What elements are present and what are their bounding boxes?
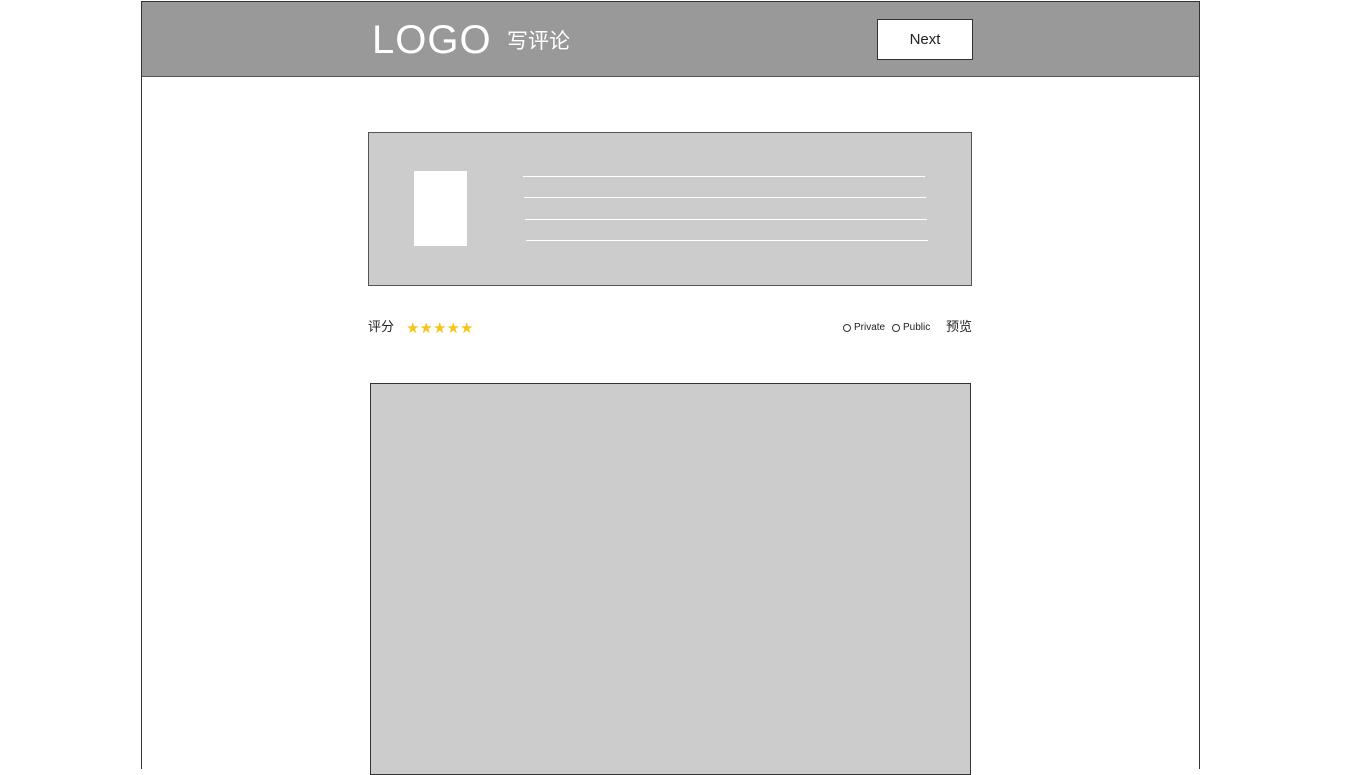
star-icon-2[interactable]: ★ [420, 318, 434, 338]
description-line-4 [526, 240, 928, 241]
radio-private[interactable]: Private [843, 322, 885, 334]
star-icon-1[interactable]: ★ [406, 318, 420, 338]
product-card [368, 132, 972, 286]
description-line-2 [524, 197, 926, 198]
star-icon-4[interactable]: ★ [447, 318, 461, 338]
next-button[interactable]: Next [877, 19, 973, 60]
star-rating[interactable]: ★ ★ ★ ★ ★ [406, 318, 474, 338]
app-header: LOGO 写评论 Next [142, 2, 1199, 77]
review-editor[interactable] [370, 383, 971, 775]
radio-public[interactable]: Public [892, 322, 930, 334]
star-icon-3[interactable]: ★ [433, 318, 447, 338]
rating-label: 评分 [368, 320, 395, 335]
logo[interactable]: LOGO [372, 16, 492, 64]
description-line-1 [523, 176, 925, 177]
radio-circle-icon[interactable] [843, 324, 851, 332]
page-frame: LOGO 写评论 Next 评分 ★ ★ ★ ★ ★ Private Publi… [141, 1, 1200, 775]
page-title: 写评论 [507, 29, 570, 53]
radio-private-label: Private [854, 322, 886, 333]
star-icon-5[interactable]: ★ [460, 318, 474, 338]
rating-row: 评分 ★ ★ ★ ★ ★ Private Public 预览 [368, 317, 972, 341]
preview-link[interactable]: 预览 [946, 319, 972, 337]
description-line-3 [525, 219, 927, 220]
product-thumbnail [414, 171, 467, 246]
radio-circle-icon[interactable] [892, 324, 900, 332]
radio-public-label: Public [903, 322, 931, 333]
